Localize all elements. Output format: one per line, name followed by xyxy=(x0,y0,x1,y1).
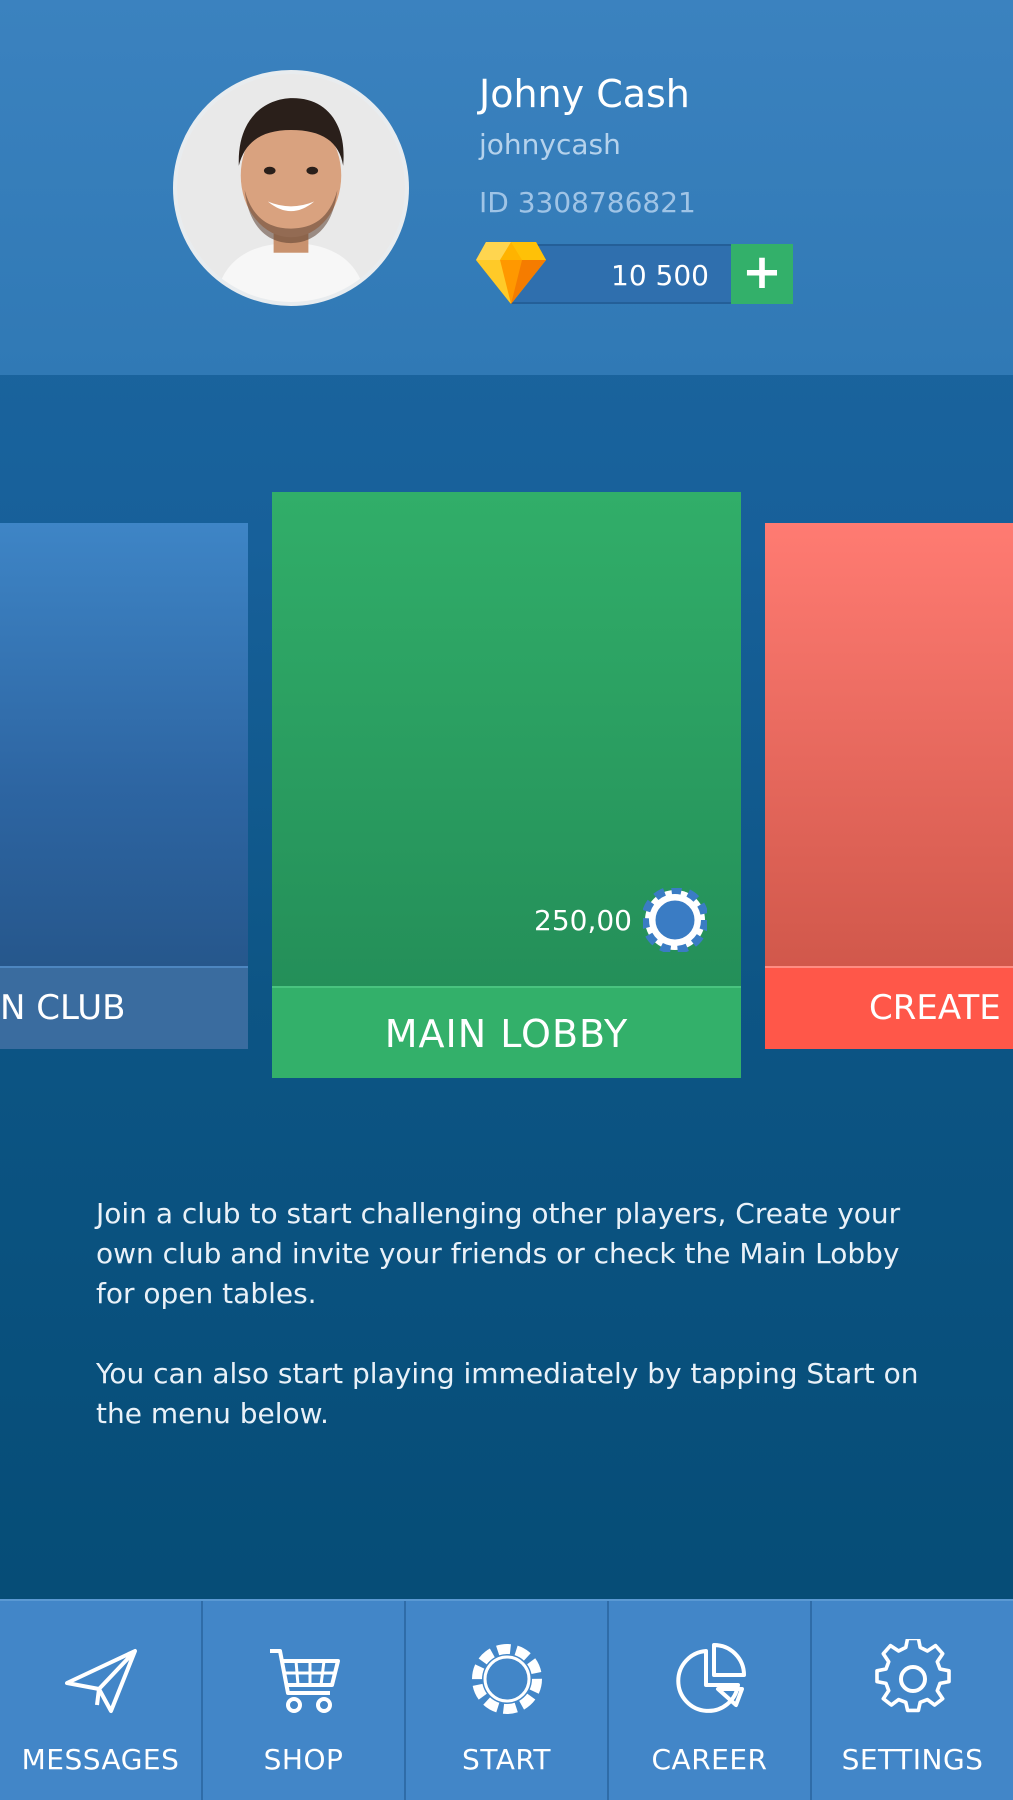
nav-item-shop[interactable]: SHOP xyxy=(203,1601,406,1800)
bottom-nav: MESSAGES SHOP START CAREER SETTINGS xyxy=(0,1599,1013,1800)
nav-label-settings: SETTINGS xyxy=(841,1743,984,1776)
create-club-label: CREATE C xyxy=(869,988,1013,1028)
info-paragraph-2: You can also start playing immediately b… xyxy=(96,1357,919,1430)
main-lobby-card-face[interactable]: 250,00 xyxy=(272,492,741,986)
join-club-card-face[interactable] xyxy=(0,523,248,966)
info-paragraph-1: Join a club to start challenging other p… xyxy=(96,1197,901,1310)
pie-chart-icon xyxy=(675,1643,746,1713)
avatar-photo xyxy=(177,74,405,302)
diamond-icon xyxy=(476,242,546,304)
poker-chip-icon xyxy=(643,888,707,952)
lobby-chip-amount: 250,00 xyxy=(534,904,632,937)
paper-plane-icon xyxy=(64,1649,137,1713)
main-lobby-card[interactable]: 250,00 MAIN LOBBY xyxy=(272,492,741,1078)
main-lobby-button[interactable]: MAIN LOBBY xyxy=(272,986,741,1078)
create-club-card-face[interactable] xyxy=(765,523,1013,966)
avatar[interactable] xyxy=(173,70,409,306)
create-club-button[interactable]: CREATE C xyxy=(765,966,1013,1049)
nav-label-start: START xyxy=(462,1743,551,1776)
nav-item-settings[interactable]: SETTINGS xyxy=(812,1601,1013,1800)
main-lobby-label: MAIN LOBBY xyxy=(384,1012,629,1056)
nav-label-shop: SHOP xyxy=(263,1743,344,1776)
join-club-button[interactable]: N CLUB xyxy=(0,966,248,1049)
profile-header: Johny Cash johnycash ID 3308786821 10 50… xyxy=(0,0,1013,375)
nav-item-messages[interactable]: MESSAGES xyxy=(0,1601,203,1800)
nav-item-career[interactable]: CAREER xyxy=(609,1601,812,1800)
join-club-card[interactable]: N CLUB xyxy=(0,523,248,1049)
create-club-card[interactable]: CREATE C xyxy=(765,523,1013,1049)
cart-icon xyxy=(269,1649,340,1713)
player-username: johnycash xyxy=(479,128,621,161)
nav-item-start[interactable]: START xyxy=(406,1601,609,1800)
gem-balance-value: 10 500 xyxy=(611,259,709,292)
gear-icon xyxy=(874,1639,951,1713)
player-name: Johny Cash xyxy=(479,72,690,116)
poker-chip-icon xyxy=(471,1644,542,1714)
nav-label-messages: MESSAGES xyxy=(21,1743,180,1776)
info-text: Join a club to start challenging other p… xyxy=(96,1194,926,1434)
join-club-label: N CLUB xyxy=(0,988,126,1028)
nav-label-career: CAREER xyxy=(651,1743,768,1776)
add-gems-button[interactable]: + xyxy=(731,244,793,304)
player-id: ID 3308786821 xyxy=(479,186,696,219)
